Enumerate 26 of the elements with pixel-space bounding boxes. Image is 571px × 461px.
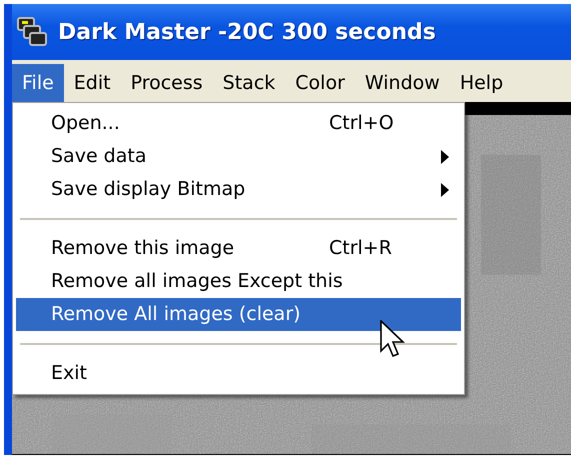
mouse-pointer-icon xyxy=(380,320,406,360)
option-label: Remove all images Except this xyxy=(51,269,344,294)
menu-option[interactable]: Remove this image Ctrl+R xyxy=(16,232,461,265)
menu-item[interactable]: Process xyxy=(120,64,213,102)
option-label: Save display Bitmap xyxy=(51,177,246,202)
menu-item[interactable]: Stack xyxy=(212,64,286,102)
menu-item[interactable]: File xyxy=(12,64,64,102)
option-label: Remove All images (clear) xyxy=(51,302,302,328)
menu-option[interactable]: Remove All images (clear) xyxy=(16,298,461,331)
shortcut-label: Ctrl+R xyxy=(329,236,393,262)
option-label: Open... xyxy=(51,111,121,136)
option-label: Remove this image xyxy=(51,236,236,262)
menu-item[interactable]: Color xyxy=(285,64,355,102)
menu-option[interactable]: Exit xyxy=(16,357,461,390)
menu-item[interactable]: Window xyxy=(354,64,450,102)
app-icon xyxy=(16,16,50,48)
menu-option[interactable]: Save data xyxy=(16,140,461,173)
window-title: Dark Master -20C 300 seconds xyxy=(58,18,436,46)
shortcut-label: Ctrl+O xyxy=(329,111,395,136)
menu-item[interactable]: Help xyxy=(450,64,514,102)
menu-option[interactable]: Save display Bitmap xyxy=(16,173,461,206)
menu-option[interactable]: Open... Ctrl+O xyxy=(16,107,461,140)
option-label: Exit xyxy=(51,361,88,386)
option-label: Save data xyxy=(51,144,148,170)
menu-option[interactable]: Remove all images Except this xyxy=(16,265,461,298)
menu-item[interactable]: Edit xyxy=(64,64,121,102)
